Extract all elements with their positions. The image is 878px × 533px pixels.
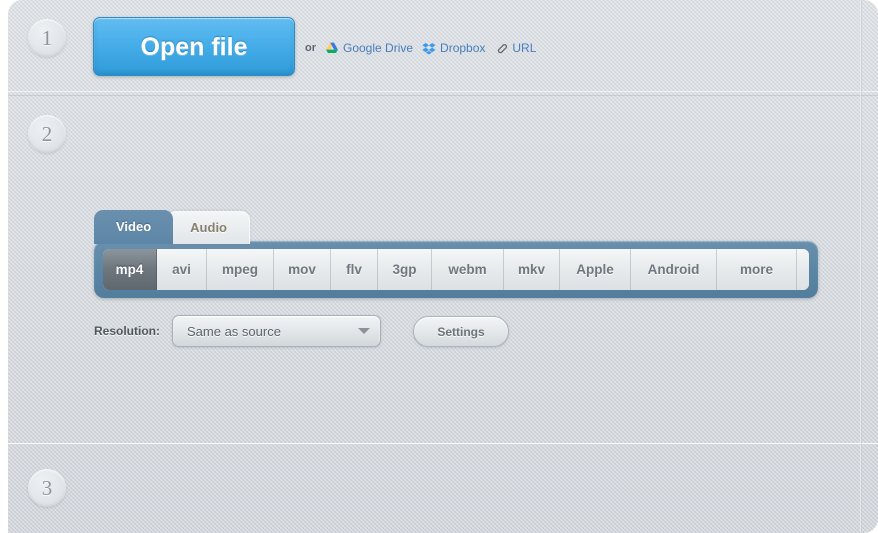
format-button-mp4[interactable]: mp4 xyxy=(103,249,157,290)
open-file-section: 1 Open file or Google Drive Dropbox URL xyxy=(8,0,878,92)
format-button-more[interactable]: more xyxy=(717,249,797,290)
step-number-3: 3 xyxy=(28,469,66,507)
format-button-mpeg[interactable]: mpeg xyxy=(207,249,274,290)
open-file-button[interactable]: Open file xyxy=(93,17,295,76)
cloud-source-links: or Google Drive Dropbox URL xyxy=(305,39,536,57)
format-button-apple[interactable]: Apple xyxy=(560,249,631,290)
url-link[interactable]: URL xyxy=(494,41,536,55)
resolution-label: Resolution: xyxy=(94,324,160,338)
google-drive-link[interactable]: Google Drive xyxy=(325,41,413,55)
settings-button[interactable]: Settings xyxy=(413,315,509,347)
resolution-dropdown[interactable]: Same as source xyxy=(172,315,381,347)
tab-video[interactable]: Video xyxy=(94,210,174,244)
format-button-mkv[interactable]: mkv xyxy=(504,249,560,290)
dropbox-icon xyxy=(422,42,436,55)
tab-audio[interactable]: Audio xyxy=(167,211,250,244)
resolution-row: Resolution: Same as source Settings xyxy=(94,314,509,348)
url-label: URL xyxy=(512,41,537,55)
dropbox-link[interactable]: Dropbox xyxy=(422,41,485,55)
convert-section: 3 Convert xyxy=(8,445,878,533)
format-button-group: mp4 avi mpeg mov flv 3gp webm mkv Apple … xyxy=(103,249,809,290)
format-button-3gp[interactable]: 3gp xyxy=(378,249,432,290)
chevron-down-icon xyxy=(358,328,370,334)
converter-panel: 1 Open file or Google Drive Dropbox URL … xyxy=(8,0,878,533)
format-button-mov[interactable]: mov xyxy=(274,249,331,290)
format-button-avi[interactable]: avi xyxy=(157,249,207,290)
google-drive-label: Google Drive xyxy=(343,41,414,55)
google-drive-icon xyxy=(325,42,339,55)
format-selector-strip: mp4 avi mpeg mov flv 3gp webm mkv Apple … xyxy=(94,241,818,298)
format-button-android[interactable]: Android xyxy=(631,249,717,290)
media-type-tabs: Video Audio xyxy=(94,208,250,244)
up-down-spinner-icon[interactable] xyxy=(797,249,809,290)
dropbox-label: Dropbox xyxy=(440,41,486,55)
link-icon xyxy=(494,42,508,55)
format-button-flv[interactable]: flv xyxy=(331,249,378,290)
step-number-2: 2 xyxy=(28,115,66,153)
format-button-webm[interactable]: webm xyxy=(432,249,504,290)
or-label: or xyxy=(305,42,316,54)
resolution-selected-value: Same as source xyxy=(187,323,281,339)
format-section: 2 Video Audio mp4 avi mpeg mov flv 3gp w… xyxy=(8,96,878,444)
section-divider-top xyxy=(8,91,878,92)
panel-right-rail xyxy=(860,0,862,533)
step-number-1: 1 xyxy=(28,19,66,57)
section-divider-bottom xyxy=(8,443,878,444)
